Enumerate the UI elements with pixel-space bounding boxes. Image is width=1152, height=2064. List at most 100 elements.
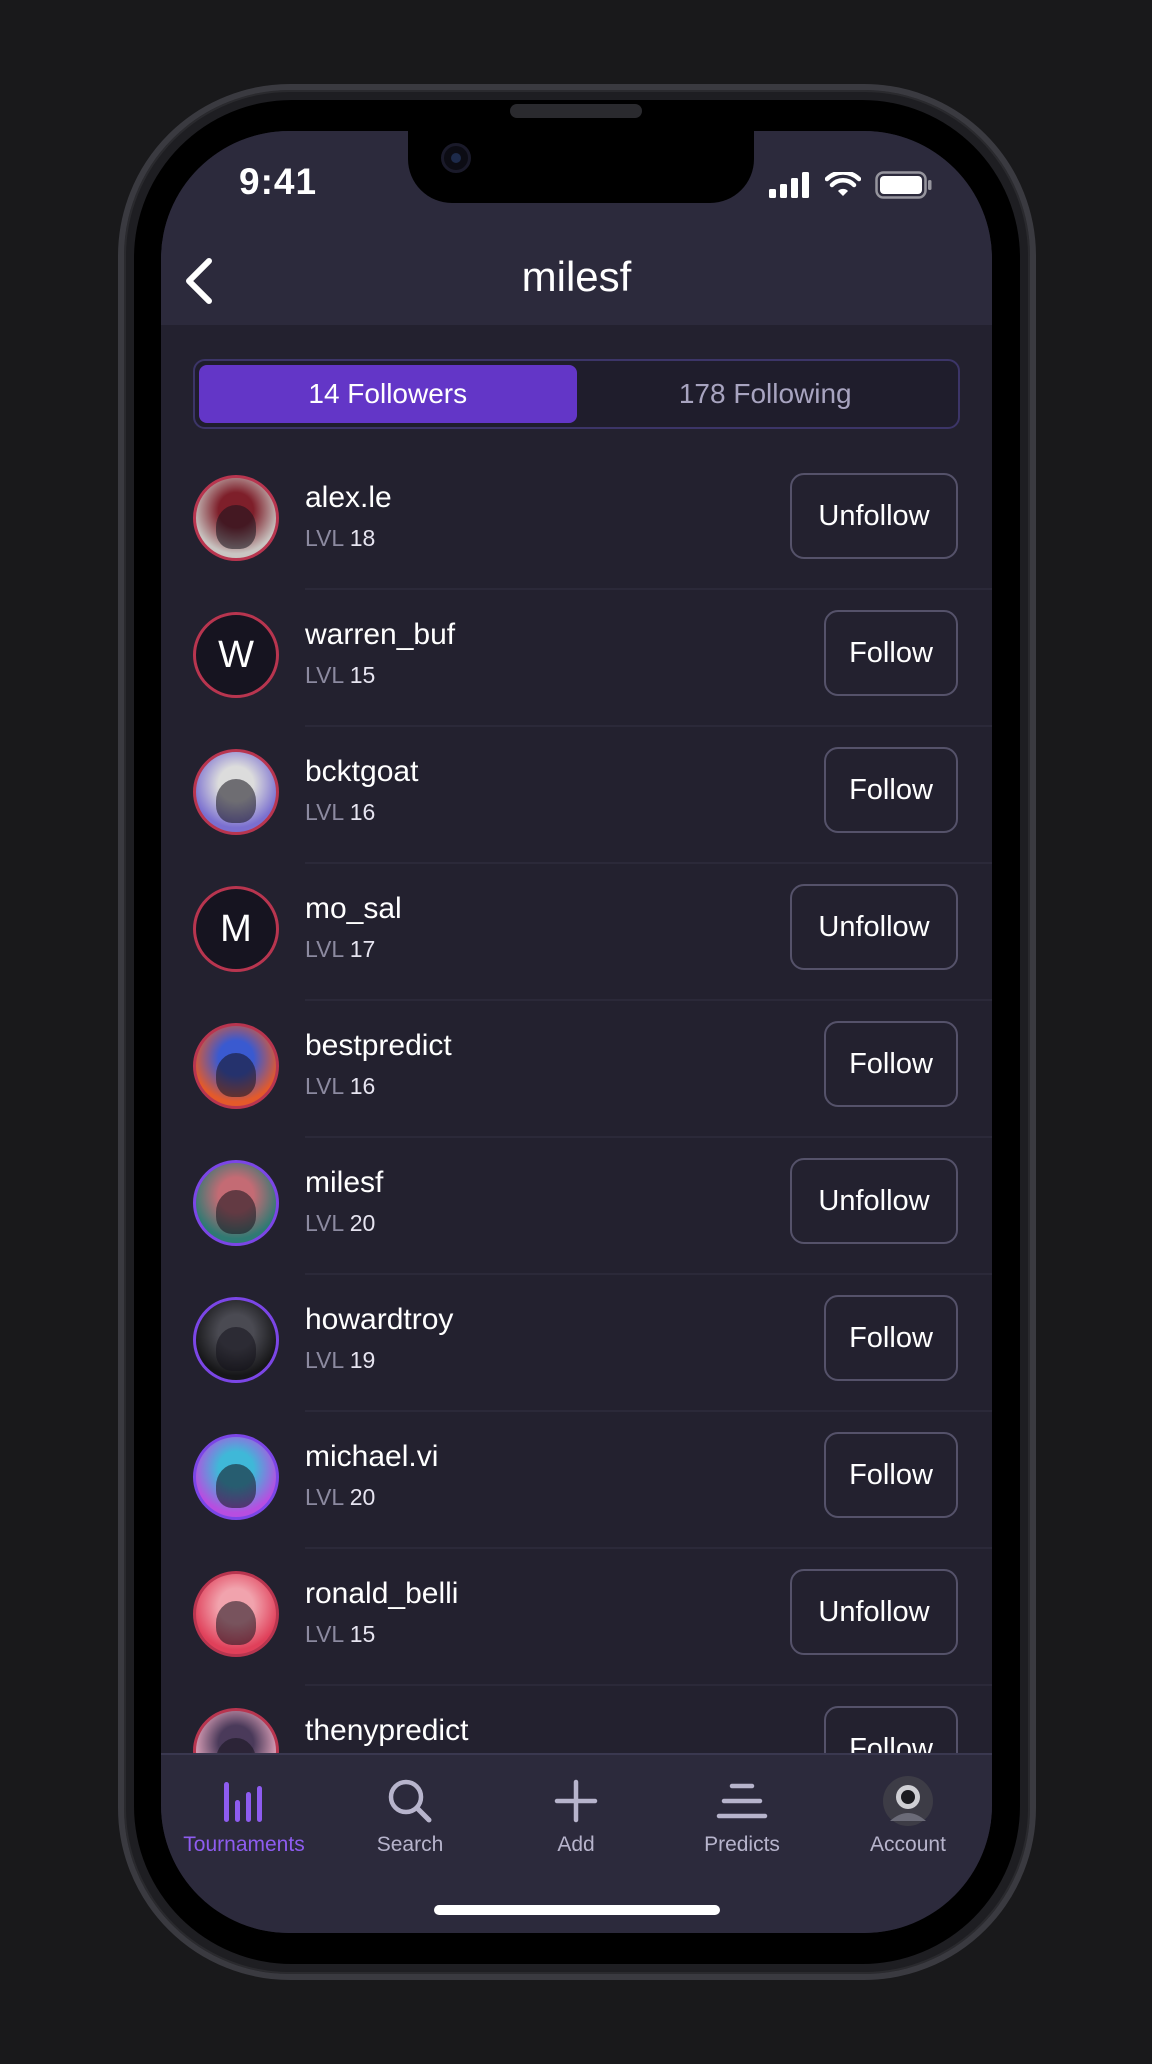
avatar[interactable] xyxy=(193,1571,279,1657)
tab-tournaments[interactable]: Tournaments xyxy=(161,1773,327,1857)
wifi-icon xyxy=(825,172,861,196)
follow-button[interactable]: Follow xyxy=(824,1021,958,1107)
username[interactable]: bestpredict xyxy=(305,1029,452,1063)
user-level: LVL 16 xyxy=(305,1073,375,1100)
tab-label-search: Search xyxy=(376,1833,444,1856)
tab-predicts[interactable]: Predicts xyxy=(659,1773,825,1857)
unfollow-button[interactable]: Unfollow xyxy=(790,884,958,970)
predicts-icon xyxy=(716,1783,768,1819)
user-list: alex.le LVL 18 Unfollow Wwarren_buf LVL 15 Fo… xyxy=(161,453,992,1823)
avatar-figure xyxy=(216,1601,256,1645)
username[interactable]: michael.vi xyxy=(305,1440,438,1474)
avatar[interactable] xyxy=(193,1160,279,1246)
tab-account[interactable]: Account xyxy=(825,1773,991,1857)
level-label: LVL xyxy=(305,1210,344,1236)
user-level: LVL 15 xyxy=(305,662,375,689)
avatar-figure xyxy=(216,1053,256,1097)
follow-button[interactable]: Follow xyxy=(824,1295,958,1381)
level-label: LVL xyxy=(305,1347,344,1373)
tab-following[interactable]: 178 Following xyxy=(577,365,955,423)
avatar[interactable] xyxy=(193,1023,279,1109)
battery-icon xyxy=(875,171,932,199)
follower-row: alex.le LVL 18 Unfollow xyxy=(161,453,992,590)
level-value: 16 xyxy=(349,1073,376,1099)
follower-row: bcktgoat LVL 16 Follow xyxy=(161,727,992,864)
follower-row: bestpredict LVL 16 Follow xyxy=(161,1001,992,1138)
user-level: LVL 17 xyxy=(305,936,375,963)
level-label: LVL xyxy=(305,662,344,688)
follower-row: ronald_belli LVL 15 Unfollow xyxy=(161,1549,992,1686)
level-label: LVL xyxy=(305,936,344,962)
tab-label-tournaments: Tournaments xyxy=(183,1833,305,1856)
plus-icon xyxy=(554,1779,598,1823)
username[interactable]: alex.le xyxy=(305,481,392,515)
follower-row: howardtroy LVL 19 Follow xyxy=(161,1275,992,1412)
tab-followers[interactable]: 14 Followers xyxy=(199,365,577,423)
user-level: LVL 15 xyxy=(305,1621,375,1648)
tab-label-add: Add xyxy=(557,1833,595,1856)
tab-search[interactable]: Search xyxy=(327,1773,493,1857)
unfollow-button[interactable]: Unfollow xyxy=(790,1158,958,1244)
unfollow-button[interactable]: Unfollow xyxy=(790,1569,958,1655)
avatar[interactable] xyxy=(193,475,279,561)
avatar[interactable]: M xyxy=(193,886,279,972)
speaker-grill xyxy=(510,104,642,118)
avatar-initial: M xyxy=(220,907,252,950)
search-icon xyxy=(388,1779,432,1823)
follow-button[interactable]: Follow xyxy=(824,747,958,833)
status-time: 9:41 xyxy=(239,161,318,202)
user-level: LVL 18 xyxy=(305,525,375,552)
avatar-figure xyxy=(216,1190,256,1234)
level-label: LVL xyxy=(305,799,344,825)
avatar[interactable] xyxy=(193,1434,279,1520)
follower-row: Mmo_sal LVL 17 Unfollow xyxy=(161,864,992,1001)
level-value: 17 xyxy=(349,936,376,962)
tab-add[interactable]: Add xyxy=(493,1773,659,1857)
signal-icon xyxy=(769,172,809,198)
status-icons xyxy=(769,171,933,199)
tab-label-predicts: Predicts xyxy=(704,1833,780,1856)
username[interactable]: ronald_belli xyxy=(305,1577,458,1611)
unfollow-button[interactable]: Unfollow xyxy=(790,473,958,559)
follower-row: michael.vi LVL 20 Follow xyxy=(161,1412,992,1549)
user-level: LVL 20 xyxy=(305,1484,375,1511)
level-label: LVL xyxy=(305,525,344,551)
username[interactable]: warren_buf xyxy=(305,618,455,652)
level-value: 16 xyxy=(349,799,376,825)
user-level: LVL 20 xyxy=(305,1210,375,1237)
username[interactable]: howardtroy xyxy=(305,1303,453,1337)
page-title: milesf xyxy=(521,253,632,300)
tournaments-icon xyxy=(224,1782,262,1822)
level-value: 15 xyxy=(349,662,376,688)
avatar-figure xyxy=(216,1327,256,1371)
username[interactable]: bcktgoat xyxy=(305,755,418,789)
screen: 9:41 milesf 14 Followers 178 Following a… xyxy=(161,131,992,1933)
avatar[interactable]: W xyxy=(193,612,279,698)
level-label: LVL xyxy=(305,1073,344,1099)
level-value: 19 xyxy=(349,1347,376,1373)
avatar[interactable] xyxy=(193,749,279,835)
username[interactable]: mo_sal xyxy=(305,892,402,926)
avatar[interactable] xyxy=(193,1297,279,1383)
camera xyxy=(441,143,471,173)
account-avatar-icon xyxy=(883,1776,933,1826)
avatar-figure xyxy=(216,1464,256,1508)
username[interactable]: milesf xyxy=(305,1166,383,1200)
follower-row: milesf LVL 20 Unfollow xyxy=(161,1138,992,1275)
avatar-figure xyxy=(216,779,256,823)
user-level: LVL 19 xyxy=(305,1347,375,1374)
username[interactable]: thenypredict xyxy=(305,1714,468,1748)
level-value: 15 xyxy=(349,1621,376,1647)
home-indicator xyxy=(434,1905,720,1915)
level-label: LVL xyxy=(305,1484,344,1510)
follow-segmented-control: 14 Followers 178 Following xyxy=(193,359,960,429)
level-value: 20 xyxy=(349,1210,376,1236)
follow-button[interactable]: Follow xyxy=(824,1432,958,1518)
avatar-initial: W xyxy=(218,633,254,676)
user-level: LVL 16 xyxy=(305,799,375,826)
follower-row: Wwarren_buf LVL 15 Follow xyxy=(161,590,992,727)
level-value: 20 xyxy=(349,1484,376,1510)
follow-button[interactable]: Follow xyxy=(824,610,958,696)
avatar-figure xyxy=(216,505,256,549)
level-label: LVL xyxy=(305,1621,344,1647)
